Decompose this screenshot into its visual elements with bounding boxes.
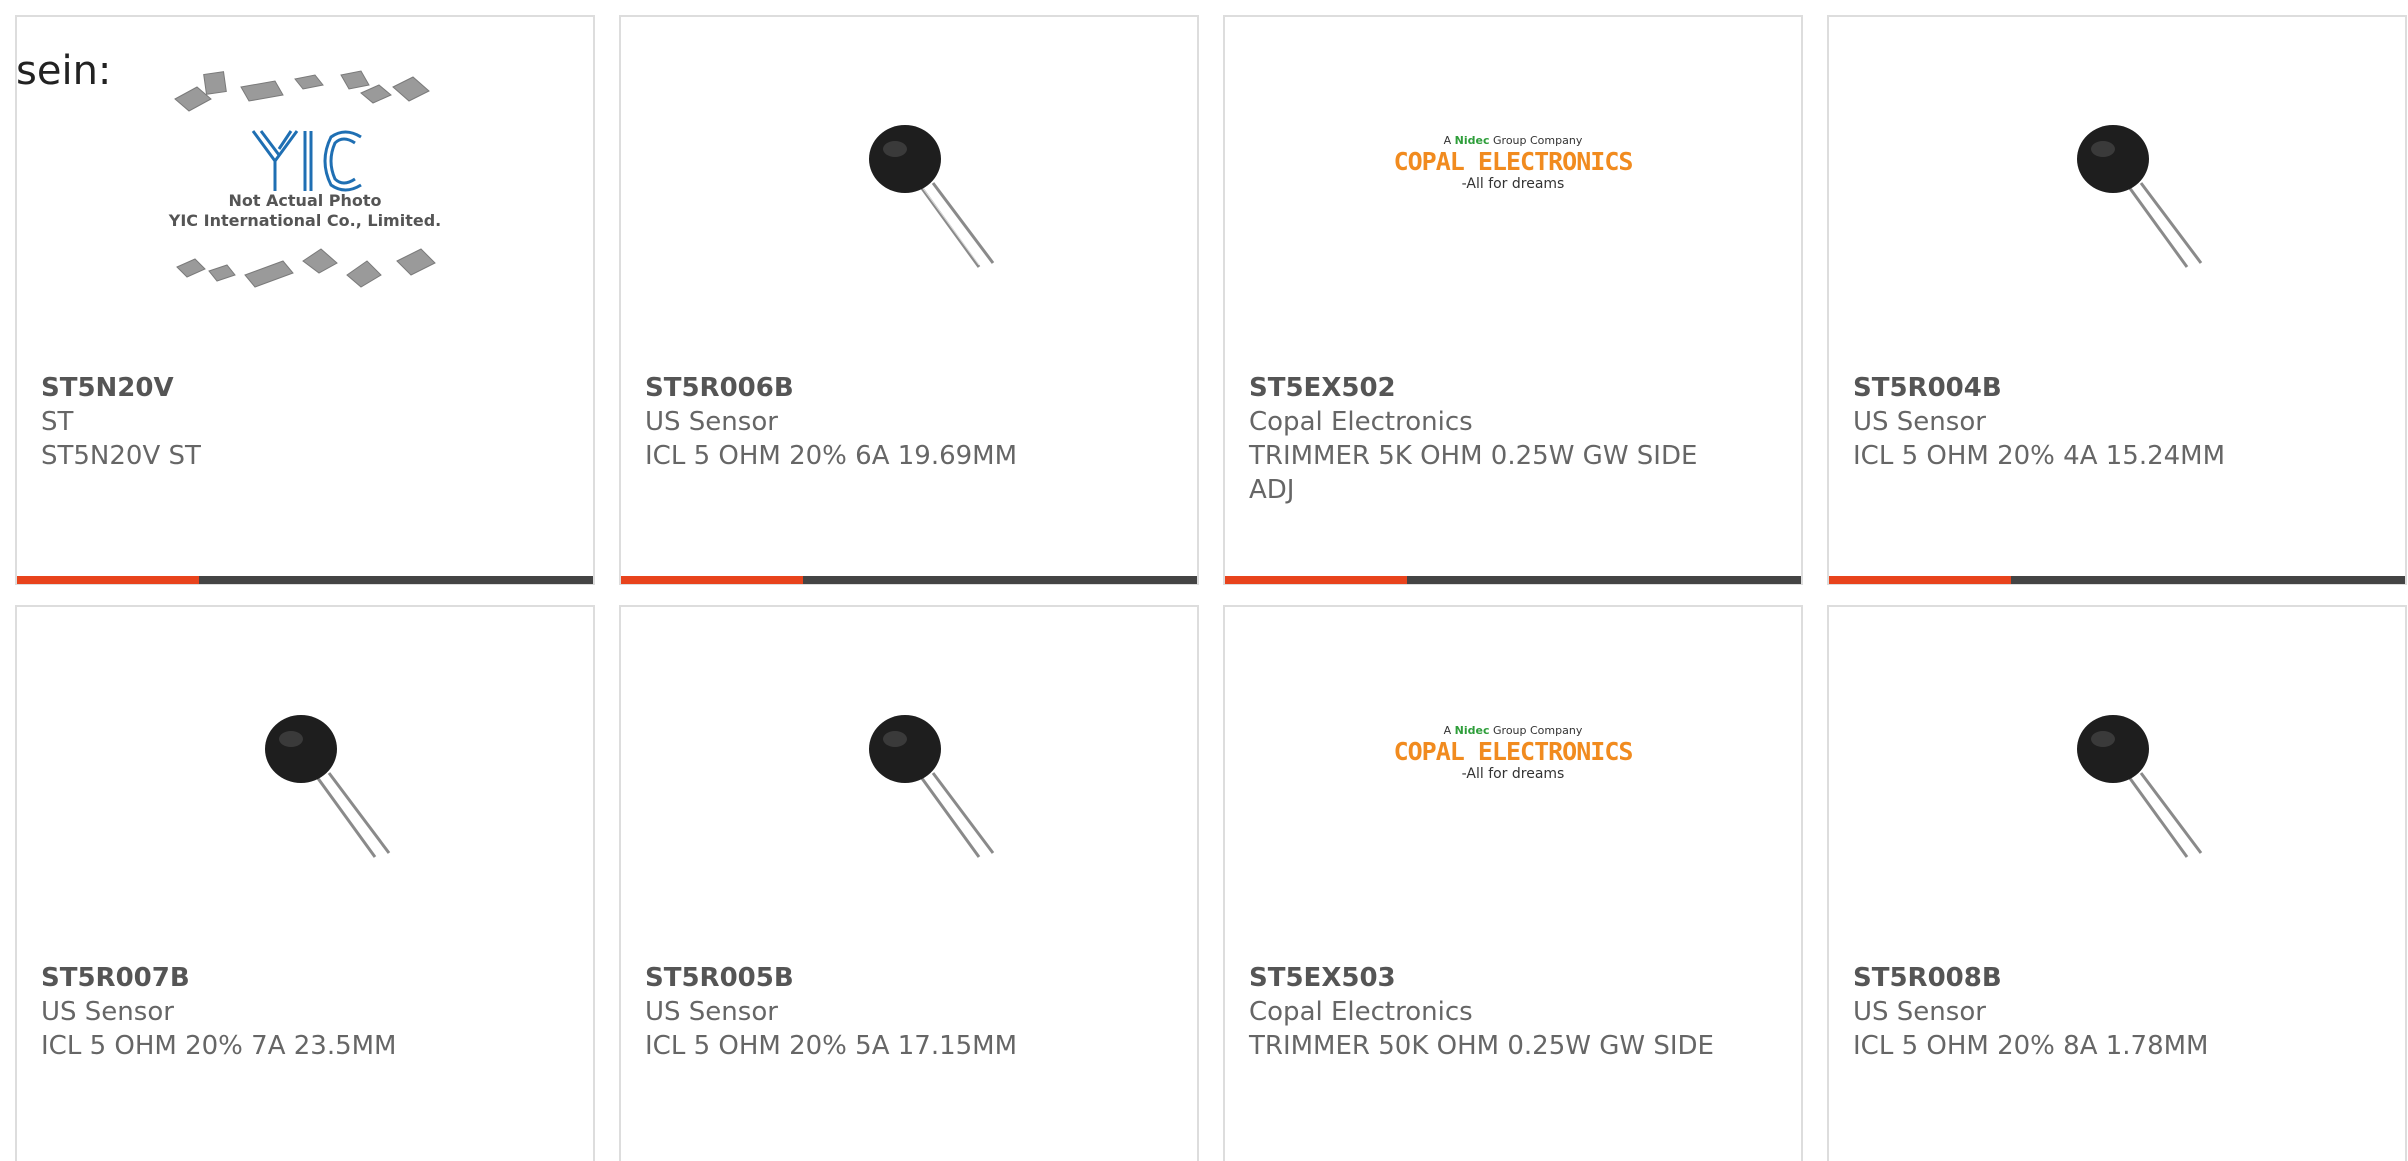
part-number[interactable]: ST5EX503 [1249,961,1777,995]
product-card[interactable]: ST5R005B US Sensor ICL 5 OHM 20% 5A 17.1… [619,605,1199,1161]
part-number[interactable]: ST5R006B [645,371,1173,405]
description: ICL 5 OHM 20% 8A 1.78MM [1853,1031,2209,1061]
logo-name: COPAL ELECTRONICS [1393,737,1634,766]
product-info: ST5R006B US Sensor ICL 5 OHM 20% 6A 19.6… [645,371,1173,473]
product-image[interactable] [1829,57,2405,357]
product-grid: Not Actual Photo YIC International Co., … [0,0,2408,1161]
part-number[interactable]: ST5R007B [41,961,569,995]
chip-collage-icon [174,70,436,288]
product-info: ST5R007B US Sensor ICL 5 OHM 20% 7A 23.5… [41,961,569,1063]
description: TRIMMER 50K OHM 0.25W GW SIDE [1249,1031,1714,1061]
accent-bar [17,576,199,584]
manufacturer: US Sensor [1853,407,1986,437]
description: ST5N20V ST [41,441,201,471]
product-card[interactable]: A Nidec Group Company COPAL ELECTRONICS … [1223,15,1803,585]
product-card[interactable]: ST5R008B US Sensor ICL 5 OHM 20% 8A 1.78… [1827,605,2407,1161]
product-card[interactable]: A Nidec Group Company COPAL ELECTRONICS … [1223,605,1803,1161]
product-card[interactable]: ST5R004B US Sensor ICL 5 OHM 20% 4A 15.2… [1827,15,2407,585]
manufacturer: ST [41,407,74,437]
yic-placeholder-image: Not Actual Photo YIC International Co., … [165,65,445,349]
product-image[interactable] [17,647,593,947]
product-image[interactable] [621,647,1197,947]
copal-logo: A Nidec Group Company COPAL ELECTRONICS … [1393,134,1634,192]
placeholder-company: YIC International Co., Limited. [168,211,442,230]
manufacturer: Copal Electronics [1249,407,1473,437]
accent-bar [1225,576,1407,584]
thermistor-image [2077,715,2203,858]
accent-bar [621,576,803,584]
thermistor-image [2077,125,2203,268]
product-image[interactable] [621,57,1197,357]
product-image[interactable]: A Nidec Group Company COPAL ELECTRONICS … [1225,57,1801,357]
placeholder-note: Not Actual Photo [228,191,382,210]
description: TRIMMER 5K OHM 0.25W GW SIDE ADJ [1249,441,1698,505]
card-footer-bar [1829,576,2405,584]
description: ICL 5 OHM 20% 4A 15.24MM [1853,441,2226,471]
product-card[interactable]: ST5R007B US Sensor ICL 5 OHM 20% 7A 23.5… [15,605,595,1161]
logo-name: COPAL ELECTRONICS [1393,147,1634,176]
manufacturer: US Sensor [645,407,778,437]
thermistor-image [869,715,995,858]
logo-tagline: A Nidec Group Company [1443,134,1583,147]
thermistor-image [869,125,995,268]
description: ICL 5 OHM 20% 6A 19.69MM [645,441,1018,471]
manufacturer: US Sensor [41,997,174,1027]
part-number[interactable]: ST5R008B [1853,961,2381,995]
part-number[interactable]: ST5EX502 [1249,371,1777,405]
logo-tagline: A Nidec Group Company [1443,724,1583,737]
manufacturer: US Sensor [1853,997,1986,1027]
card-footer-bar [1225,576,1801,584]
logo-slogan: -All for dreams [1461,176,1565,192]
product-image[interactable] [1829,647,2405,947]
product-info: ST5N20V ST ST5N20V ST [41,371,569,473]
logo-slogan: -All for dreams [1461,766,1565,782]
product-image[interactable]: Not Actual Photo YIC International Co., … [17,57,593,357]
product-info: ST5R005B US Sensor ICL 5 OHM 20% 5A 17.1… [645,961,1173,1063]
description: ICL 5 OHM 20% 7A 23.5MM [41,1031,397,1061]
product-card[interactable]: Not Actual Photo YIC International Co., … [15,15,595,585]
card-footer-bar [17,576,593,584]
manufacturer: Copal Electronics [1249,997,1473,1027]
copal-logo: A Nidec Group Company COPAL ELECTRONICS … [1393,724,1634,782]
description: ICL 5 OHM 20% 5A 17.15MM [645,1031,1018,1061]
product-info: ST5R008B US Sensor ICL 5 OHM 20% 8A 1.78… [1853,961,2381,1063]
part-number[interactable]: ST5R005B [645,961,1173,995]
product-image[interactable]: A Nidec Group Company COPAL ELECTRONICS … [1225,647,1801,947]
part-number[interactable]: ST5R004B [1853,371,2381,405]
part-number[interactable]: ST5N20V [41,371,569,405]
product-info: ST5EX503 Copal Electronics TRIMMER 50K O… [1249,961,1777,1063]
manufacturer: US Sensor [645,997,778,1027]
accent-bar [1829,576,2011,584]
nidec-brand: Nidec [1454,724,1490,737]
card-footer-bar [621,576,1197,584]
nidec-brand: Nidec [1454,134,1490,147]
product-info: ST5EX502 Copal Electronics TRIMMER 5K OH… [1249,371,1777,507]
product-info: ST5R004B US Sensor ICL 5 OHM 20% 4A 15.2… [1853,371,2381,473]
section-heading: sein: [16,48,112,94]
product-card[interactable]: ST5R006B US Sensor ICL 5 OHM 20% 6A 19.6… [619,15,1199,585]
thermistor-image [265,715,391,858]
